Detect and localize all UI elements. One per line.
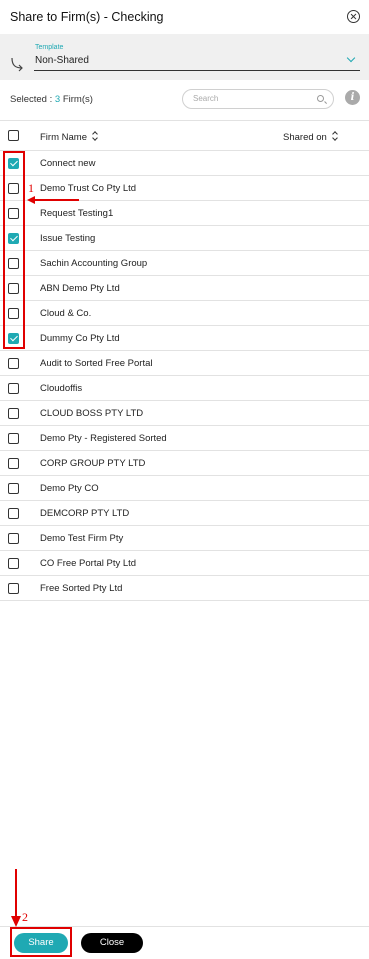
dialog-header: Share to Firm(s) - Checking — [0, 0, 369, 34]
annotation-arrow-icon — [27, 196, 79, 204]
annotation-arrow-down-icon — [11, 869, 21, 927]
share-arrow-icon — [11, 57, 23, 72]
firm-name: Request Testing1 — [40, 208, 114, 219]
table-row[interactable]: DEMCORP PTY LTD — [0, 501, 369, 526]
table-row[interactable]: Connect new — [0, 151, 369, 176]
firm-name: DEMCORP PTY LTD — [40, 508, 130, 519]
search-icon[interactable] — [317, 95, 324, 102]
firm-name: Connect new — [40, 158, 96, 169]
template-underline — [34, 70, 360, 71]
annotation-number-2: 2 — [22, 910, 28, 924]
shared-on-column-header[interactable]: Shared on — [283, 131, 338, 143]
chevron-down-icon[interactable] — [346, 53, 356, 63]
table-row[interactable]: ABN Demo Pty Ltd — [0, 276, 369, 301]
firm-checkbox[interactable] — [8, 558, 19, 569]
annotation-box-checkboxes — [3, 151, 25, 349]
firm-name-column-header[interactable]: Firm Name — [40, 131, 98, 143]
firm-table: Firm Name Shared on Connect new Demo Trus… — [0, 120, 369, 601]
table-row[interactable]: CORP GROUP PTY LTD — [0, 451, 369, 476]
table-row[interactable]: Free Sorted Pty Ltd — [0, 576, 369, 601]
table-row[interactable]: CLOUD BOSS PTY LTD — [0, 401, 369, 426]
firm-name: Demo Pty CO — [40, 483, 99, 494]
table-row[interactable]: Demo Pty CO — [0, 476, 369, 501]
search-box[interactable]: Search — [182, 89, 334, 109]
table-row[interactable]: Cloud & Co. — [0, 301, 369, 326]
firm-name: Sachin Accounting Group — [40, 258, 148, 269]
template-label: Template — [35, 44, 64, 51]
firm-checkbox[interactable] — [8, 483, 19, 494]
firm-name: CO Free Portal Pty Ltd — [40, 558, 137, 569]
template-dropdown[interactable]: Non-Shared — [35, 55, 89, 66]
firm-name: Cloudoffis — [40, 383, 83, 394]
annotation-box-share — [10, 927, 72, 957]
firm-checkbox[interactable] — [8, 433, 19, 444]
firm-name: Dummy Co Pty Ltd — [40, 333, 120, 344]
firm-name: Issue Testing — [40, 233, 96, 244]
sort-icon — [92, 131, 98, 141]
table-row[interactable]: Sachin Accounting Group — [0, 251, 369, 276]
template-selector: Template Non-Shared — [0, 34, 369, 80]
sort-icon — [332, 131, 338, 141]
firm-checkbox[interactable] — [8, 583, 19, 594]
selected-count-text: Selected : 3 Firm(s) — [10, 94, 93, 105]
annotation-number-1: 1 — [28, 181, 34, 195]
table-row[interactable]: Demo Test Firm Pty — [0, 526, 369, 551]
firm-checkbox[interactable] — [8, 358, 19, 369]
table-header-row: Firm Name Shared on — [0, 120, 369, 151]
table-row[interactable]: Dummy Co Pty Ltd — [0, 326, 369, 351]
table-row[interactable]: CO Free Portal Pty Ltd — [0, 551, 369, 576]
table-row[interactable]: Issue Testing — [0, 226, 369, 251]
table-row[interactable]: Demo Pty - Registered Sorted — [0, 426, 369, 451]
firm-checkbox[interactable] — [8, 408, 19, 419]
close-button[interactable]: Close — [81, 933, 143, 953]
table-row[interactable]: Cloudoffis — [0, 376, 369, 401]
firm-name: ABN Demo Pty Ltd — [40, 283, 120, 294]
firm-checkbox[interactable] — [8, 458, 19, 469]
search-input[interactable]: Search — [193, 94, 218, 103]
firm-checkbox[interactable] — [8, 508, 19, 519]
info-icon[interactable]: i — [345, 90, 360, 105]
firm-name: Demo Test Firm Pty — [40, 533, 124, 544]
firm-name: Free Sorted Pty Ltd — [40, 583, 123, 594]
firm-name: CORP GROUP PTY LTD — [40, 458, 146, 469]
table-row[interactable]: Request Testing1 — [0, 201, 369, 226]
close-circle-icon[interactable] — [347, 10, 360, 23]
firm-name: CLOUD BOSS PTY LTD — [40, 408, 144, 419]
select-all-checkbox[interactable] — [8, 130, 19, 141]
firm-name: Cloud & Co. — [40, 308, 92, 319]
dialog-title: Share to Firm(s) - Checking — [10, 10, 164, 24]
table-row[interactable]: Audit to Sorted Free Portal — [0, 351, 369, 376]
firm-name: Demo Trust Co Pty Ltd — [40, 183, 137, 194]
firm-name: Audit to Sorted Free Portal — [40, 358, 153, 369]
firm-checkbox[interactable] — [8, 383, 19, 394]
firm-checkbox[interactable] — [8, 533, 19, 544]
firm-name: Demo Pty - Registered Sorted — [40, 433, 167, 444]
